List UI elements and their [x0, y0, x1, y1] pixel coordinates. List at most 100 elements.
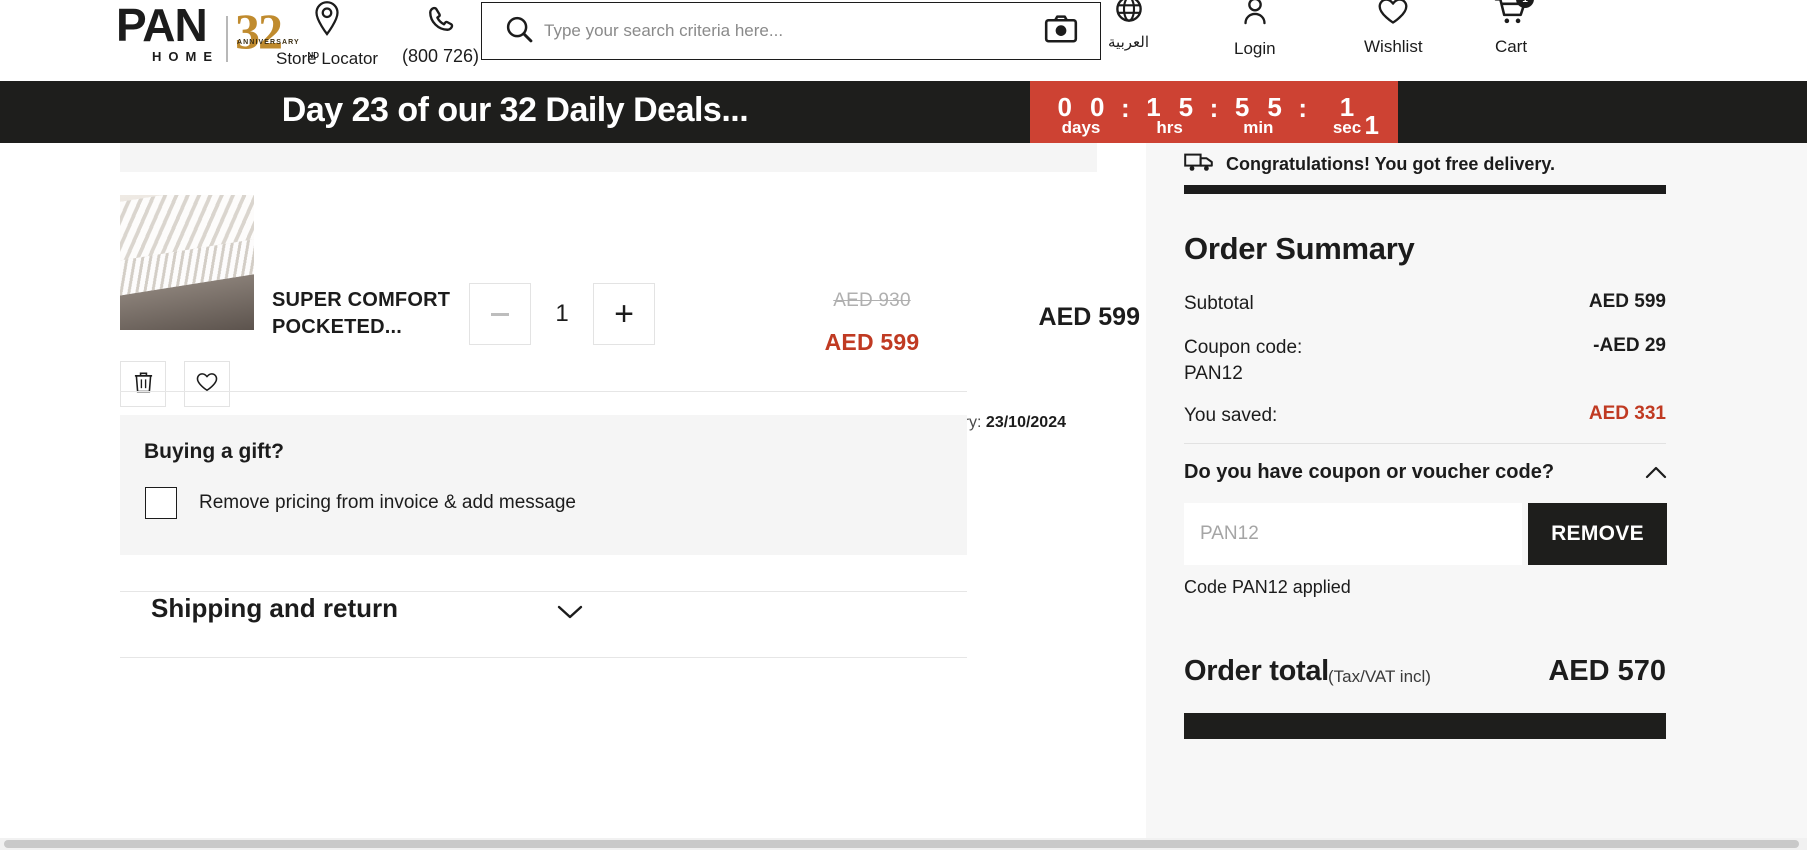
gift-panel-title: Buying a gift?	[144, 440, 284, 463]
countdown-separator-1: :	[1120, 92, 1130, 123]
you-saved-label: You saved:	[1184, 405, 1278, 426]
login-button[interactable]: Login	[1234, 0, 1276, 59]
countdown-hours: 1 5 hrs	[1134, 94, 1206, 136]
subtotal-label: Subtotal	[1184, 293, 1254, 314]
free-delivery-progress-bar	[1184, 185, 1666, 194]
chevron-up-icon	[1644, 466, 1668, 485]
order-summary-column: Congratulations! You got free delivery. …	[1146, 143, 1807, 850]
shipping-divider-bottom	[120, 657, 967, 658]
gift-remove-pricing-label: Remove pricing from invoice & add messag…	[199, 492, 577, 513]
heart-icon	[195, 371, 219, 398]
summary-row-coupon: Coupon code: PAN12 -AED 29	[1184, 335, 1666, 387]
remove-item-button[interactable]	[120, 361, 166, 407]
product-price-original: AED 930	[833, 290, 911, 311]
phone-icon	[426, 4, 456, 39]
summary-row-subtotal: Subtotal AED 599	[1184, 291, 1666, 317]
countdown-separator-2: :	[1209, 92, 1219, 123]
order-total-label: Order total	[1184, 655, 1329, 687]
language-label: العربية	[1108, 34, 1149, 51]
countdown-seconds-label: sec	[1332, 118, 1362, 137]
language-switcher[interactable]: العربية	[1108, 0, 1149, 51]
order-total-vat-note: (Tax/VAT incl)	[1328, 667, 1431, 686]
countdown-seconds-digit-1: 1	[1339, 92, 1355, 122]
countdown-seconds: 1 sec 1	[1311, 94, 1383, 140]
countdown-hours-digits: 1 5	[1146, 94, 1193, 120]
countdown-days-digit-1: 0	[1057, 92, 1072, 122]
countdown-days-label: days	[1061, 118, 1101, 137]
minus-icon	[491, 312, 509, 316]
countdown-hours-digit-1: 1	[1146, 92, 1161, 122]
shipping-divider-top	[120, 591, 967, 592]
countdown-days-digit-2: 0	[1089, 92, 1105, 122]
chevron-down-icon	[556, 605, 584, 625]
coupon-status-message: Code PAN12 applied	[1184, 577, 1351, 597]
coupon-code-title: Coupon code:	[1184, 337, 1303, 358]
coupon-code-value: PAN12	[1184, 363, 1243, 384]
subtotal-value: AED 599	[1588, 291, 1666, 312]
order-summary-title: Order Summary	[1184, 231, 1415, 266]
phone-number-label: (800 726)	[402, 46, 480, 66]
move-to-wishlist-button[interactable]	[184, 361, 230, 407]
user-icon	[1240, 0, 1270, 33]
countdown-separator-3: :	[1298, 92, 1307, 123]
phone-button[interactable]: (800 726)	[402, 4, 479, 67]
countdown-minutes: 5 5 min	[1222, 94, 1294, 136]
countdown-hours-digit-2: 5	[1178, 92, 1194, 122]
cart-button[interactable]: 1 Cart	[1494, 0, 1534, 57]
previous-card-strip	[120, 143, 1097, 172]
store-locator-button[interactable]: Store Locator	[276, 0, 378, 69]
free-delivery-text: Congratulations! You got free delivery.	[1226, 154, 1556, 174]
coupon-question-label[interactable]: Do you have coupon or voucher code?	[1184, 461, 1554, 484]
cart-items-column: SUPER COMFORT POCKETED... 1 + AED 930 AE…	[0, 143, 1146, 850]
remove-coupon-button[interactable]: REMOVE	[1528, 503, 1667, 565]
product-line-total: AED 599	[1038, 303, 1140, 331]
estimated-delivery-date: 23/10/2024	[985, 414, 1066, 431]
logo-wordmark: PAN HOME	[116, 2, 219, 64]
coupon-discount-value: -AED 29	[1593, 335, 1666, 356]
cart-page-body: SUPER COMFORT POCKETED... 1 + AED 930 AE…	[0, 143, 1807, 850]
countdown-minutes-digits: 5 5	[1235, 94, 1282, 120]
coupon-code-input[interactable]	[1184, 503, 1522, 565]
countdown-days: 0 0 days	[1045, 94, 1117, 136]
store-locator-label: Store Locator	[276, 49, 379, 68]
plus-icon: +	[614, 295, 634, 333]
daily-deals-banner[interactable]: Day 23 of our 32 Daily Deals... 0 0 days…	[0, 81, 1807, 143]
countdown-seconds-ghost-digit: 1	[1364, 110, 1379, 140]
quantity-value: 1	[555, 300, 569, 327]
countdown-days-digits: 0 0	[1058, 94, 1105, 120]
daily-deals-text: Day 23 of our 32 Daily Deals...	[281, 91, 749, 129]
product-thumbnail[interactable]	[120, 195, 254, 330]
camera-search-icon[interactable]	[1044, 14, 1078, 48]
map-pin-icon	[312, 0, 342, 43]
coupon-accordion-toggle[interactable]	[1644, 465, 1668, 486]
countdown-seconds-digits: 1	[1340, 94, 1354, 120]
horizontal-scrollbar-thumb[interactable]	[4, 840, 1799, 848]
product-price-block: AED 930 AED 599	[812, 290, 932, 356]
free-delivery-notice: Congratulations! You got free delivery.	[1184, 151, 1555, 178]
search-bar[interactable]	[481, 2, 1101, 60]
product-name[interactable]: SUPER COMFORT POCKETED...	[272, 287, 502, 341]
shipping-accordion-toggle[interactable]	[556, 603, 584, 626]
search-icon	[504, 14, 534, 49]
quantity-increase-button[interactable]: +	[593, 283, 655, 345]
order-total-value: AED 570	[1548, 655, 1666, 687]
checkout-button[interactable]	[1184, 713, 1666, 739]
wishlist-button[interactable]: Wishlist	[1364, 0, 1423, 57]
gift-remove-pricing-checkbox[interactable]	[145, 487, 177, 519]
countdown-hours-label: hrs	[1156, 118, 1183, 137]
search-input[interactable]	[534, 3, 1044, 59]
quantity-decrease-button[interactable]	[469, 283, 531, 345]
horizontal-scrollbar-track[interactable]	[0, 838, 1807, 850]
shipping-and-return-title[interactable]: Shipping and return	[151, 593, 398, 624]
cart-icon: 1	[1494, 0, 1534, 31]
cart-row-divider	[120, 391, 967, 392]
coupon-code-label: Coupon code: PAN12	[1184, 335, 1302, 387]
globe-icon	[1114, 0, 1144, 29]
site-header: PAN HOME 32 ANNIVERSARY ND Store Locator…	[0, 0, 1807, 88]
product-price-discounted: AED 599	[824, 329, 920, 355]
logo-divider	[226, 16, 228, 62]
you-saved-value: AED 331	[1588, 403, 1666, 424]
logo-home-text: HOME	[152, 49, 219, 64]
gift-options-panel: Buying a gift? Remove pricing from invoi…	[120, 415, 967, 555]
delivery-truck-icon	[1184, 151, 1214, 178]
